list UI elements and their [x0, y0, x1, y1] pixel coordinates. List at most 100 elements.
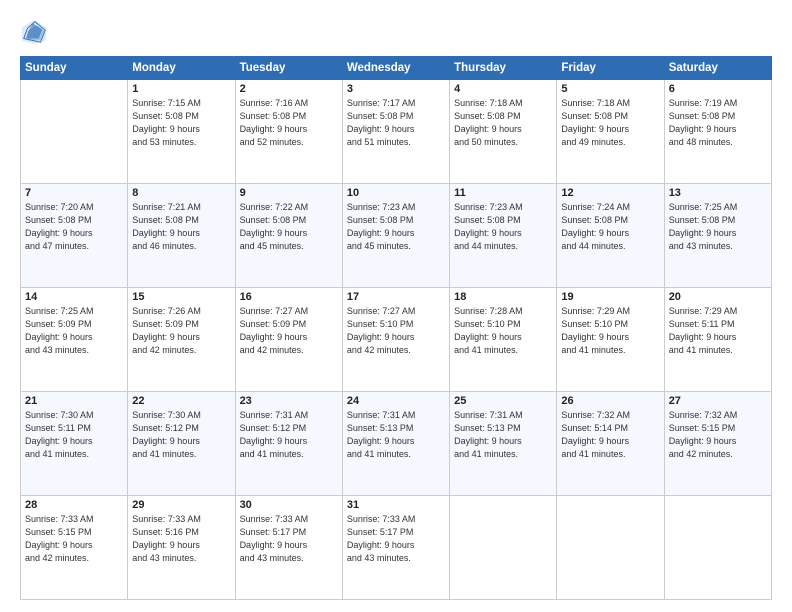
day-number: 16 — [240, 291, 338, 303]
day-number: 23 — [240, 395, 338, 407]
calendar-header-row: SundayMondayTuesdayWednesdayThursdayFrid… — [21, 57, 772, 80]
day-number: 5 — [561, 83, 659, 95]
calendar-cell: 25Sunrise: 7:31 AM Sunset: 5:13 PM Dayli… — [450, 392, 557, 496]
calendar-cell: 29 Sunrise: 7:33 AM Sunset: 5:16 PM Dayli… — [128, 496, 235, 600]
calendar-cell: 28Sunrise: 7:33 AM Sunset: 5:15 PM Dayli… — [21, 496, 128, 600]
day-info: Sunrise: 7:33 AM Sunset: 5:17 PM Dayligh… — [347, 513, 445, 565]
day-info: Sunrise: 7:22 AM Sunset: 5:08 PM Dayligh… — [240, 201, 338, 253]
day-info: Sunrise: 7:19 AM Sunset: 5:08 PM Dayligh… — [669, 97, 767, 149]
calendar-cell: 16 Sunrise: 7:27 AM Sunset: 5:09 PM Dayli… — [235, 288, 342, 392]
day-number: 26 — [561, 395, 659, 407]
calendar-cell: 19Sunrise: 7:29 AM Sunset: 5:10 PM Dayli… — [557, 288, 664, 392]
calendar-cell: 5 Sunrise: 7:18 AM Sunset: 5:08 PM Daylig… — [557, 80, 664, 184]
day-number: 29 — [132, 499, 230, 511]
day-number: 20 — [669, 291, 767, 303]
calendar-cell: 2 Sunrise: 7:16 AM Sunset: 5:08 PM Daylig… — [235, 80, 342, 184]
day-number: 3 — [347, 83, 445, 95]
calendar-cell: 3 Sunrise: 7:17 AM Sunset: 5:08 PM Daylig… — [342, 80, 449, 184]
calendar-cell: 15 Sunrise: 7:26 AM Sunset: 5:09 PM Dayli… — [128, 288, 235, 392]
calendar-cell: 20 Sunrise: 7:29 AM Sunset: 5:11 PM Dayli… — [664, 288, 771, 392]
calendar-cell: 8Sunrise: 7:21 AM Sunset: 5:08 PM Daylig… — [128, 184, 235, 288]
day-number: 27 — [669, 395, 767, 407]
day-info: Sunrise: 7:26 AM Sunset: 5:09 PM Dayligh… — [132, 305, 230, 357]
logo — [20, 18, 52, 46]
day-number: 2 — [240, 83, 338, 95]
day-info: Sunrise: 7:29 AM Sunset: 5:11 PM Dayligh… — [669, 305, 767, 357]
calendar-header-thursday: Thursday — [450, 57, 557, 80]
day-info: Sunrise: 7:31 AM Sunset: 5:13 PM Dayligh… — [347, 409, 445, 461]
day-info: Sunrise: 7:18 AM Sunset: 5:08 PM Dayligh… — [561, 97, 659, 149]
day-info: Sunrise: 7:15 AM Sunset: 5:08 PM Dayligh… — [132, 97, 230, 149]
day-number: 25 — [454, 395, 552, 407]
day-info: Sunrise: 7:31 AM Sunset: 5:12 PM Dayligh… — [240, 409, 338, 461]
calendar-header-monday: Monday — [128, 57, 235, 80]
day-number: 28 — [25, 499, 123, 511]
day-info: Sunrise: 7:33 AM Sunset: 5:17 PM Dayligh… — [240, 513, 338, 565]
calendar-week-4: 28Sunrise: 7:33 AM Sunset: 5:15 PM Dayli… — [21, 496, 772, 600]
day-info: Sunrise: 7:28 AM Sunset: 5:10 PM Dayligh… — [454, 305, 552, 357]
day-info: Sunrise: 7:27 AM Sunset: 5:09 PM Dayligh… — [240, 305, 338, 357]
calendar-cell — [450, 496, 557, 600]
day-number: 7 — [25, 187, 123, 199]
calendar-cell: 26 Sunrise: 7:32 AM Sunset: 5:14 PM Dayli… — [557, 392, 664, 496]
day-info: Sunrise: 7:32 AM Sunset: 5:14 PM Dayligh… — [561, 409, 659, 461]
day-info: Sunrise: 7:32 AM Sunset: 5:15 PM Dayligh… — [669, 409, 767, 461]
calendar-cell — [664, 496, 771, 600]
calendar-cell: 6 Sunrise: 7:19 AM Sunset: 5:08 PM Daylig… — [664, 80, 771, 184]
day-number: 24 — [347, 395, 445, 407]
calendar-header-friday: Friday — [557, 57, 664, 80]
calendar-cell: 22 Sunrise: 7:30 AM Sunset: 5:12 PM Dayli… — [128, 392, 235, 496]
calendar-cell: 21Sunrise: 7:30 AM Sunset: 5:11 PM Dayli… — [21, 392, 128, 496]
day-info: Sunrise: 7:25 AM Sunset: 5:09 PM Dayligh… — [25, 305, 123, 357]
day-number: 21 — [25, 395, 123, 407]
day-number: 4 — [454, 83, 552, 95]
day-info: Sunrise: 7:24 AM Sunset: 5:08 PM Dayligh… — [561, 201, 659, 253]
calendar-cell: 13 Sunrise: 7:25 AM Sunset: 5:08 PM Dayli… — [664, 184, 771, 288]
calendar-cell: 4 Sunrise: 7:18 AM Sunset: 5:08 PM Daylig… — [450, 80, 557, 184]
day-info: Sunrise: 7:33 AM Sunset: 5:16 PM Dayligh… — [132, 513, 230, 565]
calendar-cell: 1 Sunrise: 7:15 AM Sunset: 5:08 PM Daylig… — [128, 80, 235, 184]
day-info: Sunrise: 7:30 AM Sunset: 5:12 PM Dayligh… — [132, 409, 230, 461]
calendar-cell: 17 Sunrise: 7:27 AM Sunset: 5:10 PM Dayli… — [342, 288, 449, 392]
calendar-cell — [557, 496, 664, 600]
calendar-week-1: 7 Sunrise: 7:20 AM Sunset: 5:08 PM Daylig… — [21, 184, 772, 288]
calendar-cell: 7 Sunrise: 7:20 AM Sunset: 5:08 PM Daylig… — [21, 184, 128, 288]
day-number: 6 — [669, 83, 767, 95]
day-number: 30 — [240, 499, 338, 511]
calendar-cell: 12 Sunrise: 7:24 AM Sunset: 5:08 PM Dayli… — [557, 184, 664, 288]
day-info: Sunrise: 7:25 AM Sunset: 5:08 PM Dayligh… — [669, 201, 767, 253]
calendar-cell: 14 Sunrise: 7:25 AM Sunset: 5:09 PM Dayli… — [21, 288, 128, 392]
calendar-header-sunday: Sunday — [21, 57, 128, 80]
calendar-cell: 31Sunrise: 7:33 AM Sunset: 5:17 PM Dayli… — [342, 496, 449, 600]
day-number: 18 — [454, 291, 552, 303]
calendar-table: SundayMondayTuesdayWednesdayThursdayFrid… — [20, 56, 772, 600]
calendar-week-0: 1 Sunrise: 7:15 AM Sunset: 5:08 PM Daylig… — [21, 80, 772, 184]
calendar-cell — [21, 80, 128, 184]
day-info: Sunrise: 7:17 AM Sunset: 5:08 PM Dayligh… — [347, 97, 445, 149]
logo-icon — [20, 18, 48, 46]
day-info: Sunrise: 7:20 AM Sunset: 5:08 PM Dayligh… — [25, 201, 123, 253]
calendar-cell: 10Sunrise: 7:23 AM Sunset: 5:08 PM Dayli… — [342, 184, 449, 288]
day-info: Sunrise: 7:16 AM Sunset: 5:08 PM Dayligh… — [240, 97, 338, 149]
day-info: Sunrise: 7:23 AM Sunset: 5:08 PM Dayligh… — [454, 201, 552, 253]
day-number: 12 — [561, 187, 659, 199]
calendar-header-saturday: Saturday — [664, 57, 771, 80]
day-number: 9 — [240, 187, 338, 199]
day-info: Sunrise: 7:18 AM Sunset: 5:08 PM Dayligh… — [454, 97, 552, 149]
day-number: 14 — [25, 291, 123, 303]
day-number: 13 — [669, 187, 767, 199]
day-number: 11 — [454, 187, 552, 199]
day-info: Sunrise: 7:23 AM Sunset: 5:08 PM Dayligh… — [347, 201, 445, 253]
day-number: 19 — [561, 291, 659, 303]
day-number: 1 — [132, 83, 230, 95]
calendar-cell: 18 Sunrise: 7:28 AM Sunset: 5:10 PM Dayli… — [450, 288, 557, 392]
calendar-header-wednesday: Wednesday — [342, 57, 449, 80]
day-info: Sunrise: 7:27 AM Sunset: 5:10 PM Dayligh… — [347, 305, 445, 357]
calendar-header-tuesday: Tuesday — [235, 57, 342, 80]
day-number: 15 — [132, 291, 230, 303]
day-number: 17 — [347, 291, 445, 303]
day-number: 22 — [132, 395, 230, 407]
day-info: Sunrise: 7:21 AM Sunset: 5:08 PM Dayligh… — [132, 201, 230, 253]
page: SundayMondayTuesdayWednesdayThursdayFrid… — [0, 0, 792, 612]
calendar-cell: 27 Sunrise: 7:32 AM Sunset: 5:15 PM Dayli… — [664, 392, 771, 496]
